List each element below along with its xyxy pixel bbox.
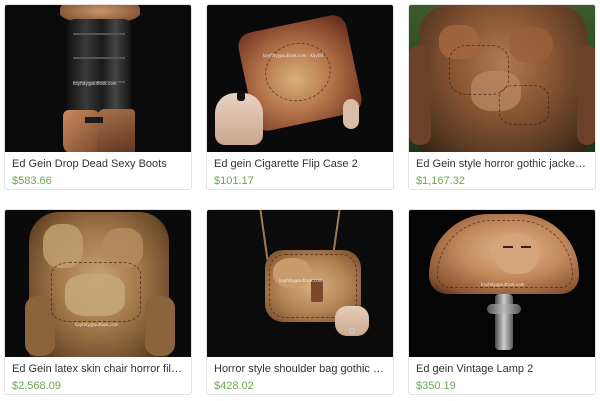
- flip-case-image[interactable]: kayfaty@outlook.com · Kayfat: [207, 5, 393, 152]
- listing-title[interactable]: Ed Gein style horror gothic jacket Hall.…: [416, 158, 588, 171]
- listing-title[interactable]: Ed Gein Drop Dead Sexy Boots: [12, 158, 184, 171]
- listing-card-boots[interactable]: kayfaty@outlook.com Ed Gein Drop Dead Se…: [4, 4, 192, 190]
- listing-grid: kayfaty@outlook.com Ed Gein Drop Dead Se…: [0, 0, 600, 401]
- listing-title[interactable]: Ed gein Vintage Lamp 2: [416, 363, 588, 376]
- listing-title[interactable]: Horror style shoulder bag gothic stra...: [214, 363, 386, 376]
- listing-price: $101.17: [214, 175, 254, 187]
- listing-price: $583.66: [12, 175, 52, 187]
- boots-image[interactable]: kayfaty@outlook.com: [5, 5, 191, 152]
- listing-title[interactable]: Ed Gein latex skin chair horror film pr.…: [12, 363, 184, 376]
- listing-card-chair[interactable]: kayfaty@outlook.com Ed Gein latex skin c…: [4, 209, 192, 395]
- listing-card-shoulder-bag[interactable]: kayfaty@outlook.com Horror style shoulde…: [206, 209, 394, 395]
- shoulder-bag-image[interactable]: kayfaty@outlook.com: [207, 210, 393, 357]
- jacket-image[interactable]: [409, 5, 595, 152]
- listing-price: $350.19: [416, 380, 456, 392]
- chair-image[interactable]: kayfaty@outlook.com: [5, 210, 191, 357]
- listing-price: $1,167.32: [416, 175, 465, 187]
- listing-card-jacket[interactable]: Ed Gein style horror gothic jacket Hall.…: [408, 4, 596, 190]
- listing-price: $428.02: [214, 380, 254, 392]
- listing-card-lamp[interactable]: kayfaty@outlook.com Ed gein Vintage Lamp…: [408, 209, 596, 395]
- listing-price: $2,568.09: [12, 380, 61, 392]
- lamp-image[interactable]: kayfaty@outlook.com: [409, 210, 595, 357]
- listing-card-flip-case[interactable]: kayfaty@outlook.com · Kayfat Ed gein Cig…: [206, 4, 394, 190]
- listing-title[interactable]: Ed gein Cigarette Flip Case 2: [214, 158, 386, 171]
